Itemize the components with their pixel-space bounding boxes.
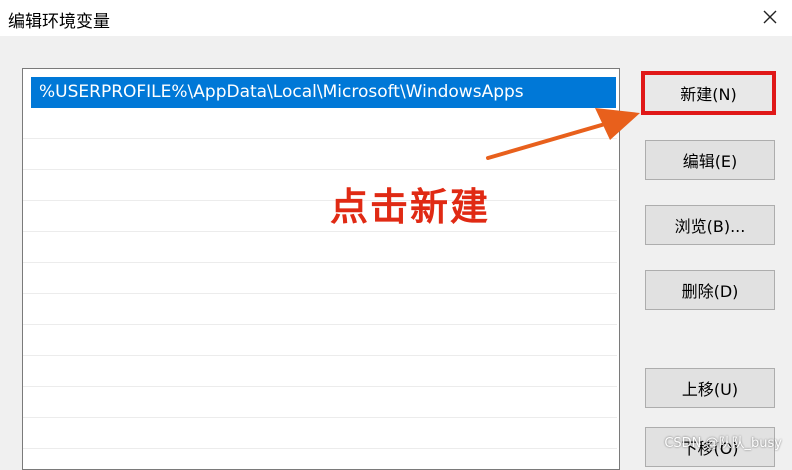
- annotation-text: 点击新建: [330, 185, 491, 229]
- title-bar: 编辑环境变量: [0, 0, 792, 36]
- list-item[interactable]: [23, 201, 617, 232]
- move-up-button[interactable]: 上移(U): [645, 368, 775, 408]
- edit-button[interactable]: 编辑(E): [645, 140, 775, 180]
- delete-button[interactable]: 删除(D): [645, 270, 775, 310]
- list-item[interactable]: [23, 387, 617, 418]
- list-item-text: %USERPROFILE%\AppData\Local\Microsoft\Wi…: [39, 82, 524, 102]
- list-item[interactable]: [23, 263, 617, 294]
- list-item[interactable]: [23, 232, 617, 263]
- list-item[interactable]: [23, 325, 617, 356]
- close-button[interactable]: [754, 2, 786, 32]
- close-icon: [763, 10, 777, 24]
- window-title: 编辑环境变量: [8, 12, 110, 32]
- list-item[interactable]: [23, 418, 617, 449]
- list-item[interactable]: [23, 294, 617, 325]
- new-button[interactable]: 新建(N): [641, 71, 776, 115]
- list-item[interactable]: [23, 356, 617, 387]
- arrow-icon: [486, 108, 640, 160]
- watermark: CSDN @队队_busy: [664, 436, 782, 451]
- list-item[interactable]: [23, 170, 617, 201]
- browse-button[interactable]: 浏览(B)...: [645, 205, 775, 245]
